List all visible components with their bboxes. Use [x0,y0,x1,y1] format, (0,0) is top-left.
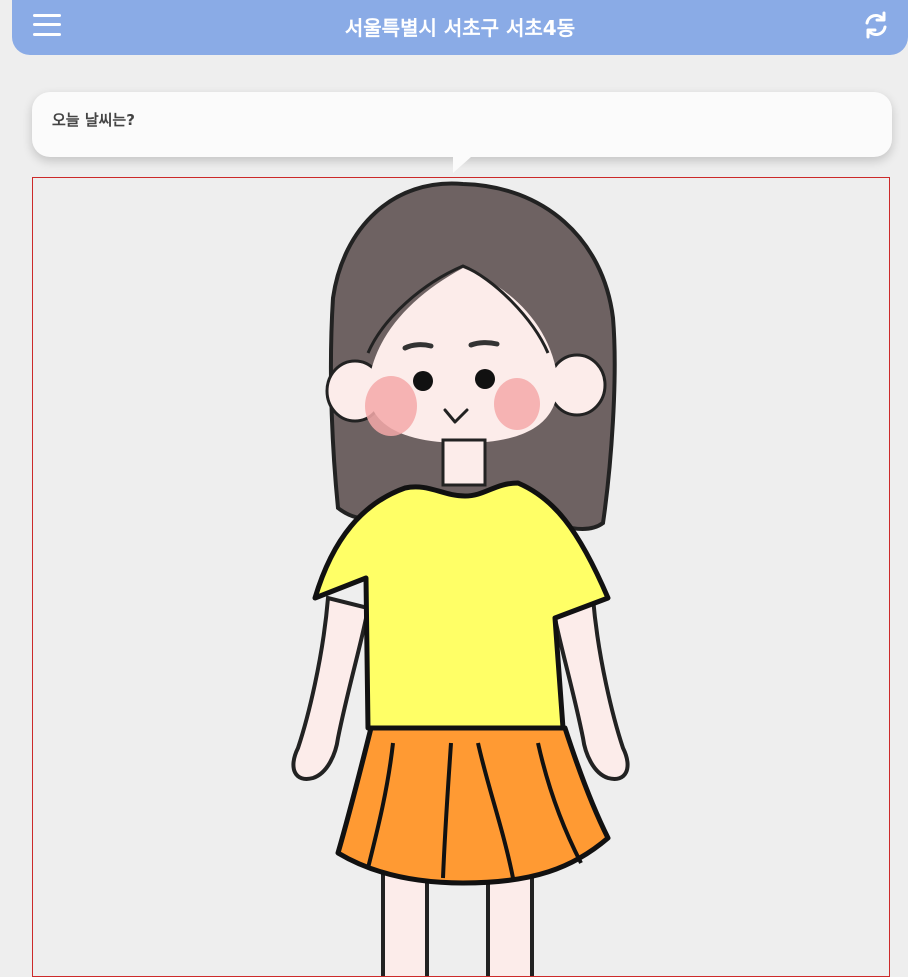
right-cheek [494,378,540,430]
left-arm [291,595,371,781]
weather-question: 오늘 날씨는? [52,111,135,129]
speech-bubble-tail [453,157,471,173]
app-header: 서울특별시 서초구 서초4동 [12,0,908,55]
speech-bubble: 오늘 날씨는? [32,92,892,157]
right-eye [475,369,495,389]
orange-skirt [335,725,611,886]
location-title: 서울특별시 서초구 서초4동 [344,16,576,40]
refresh-icon[interactable] [862,11,890,39]
left-cheek [365,376,417,436]
character-canvas [32,177,890,977]
girl-character-illustration [291,181,630,976]
left-eye [413,371,433,391]
